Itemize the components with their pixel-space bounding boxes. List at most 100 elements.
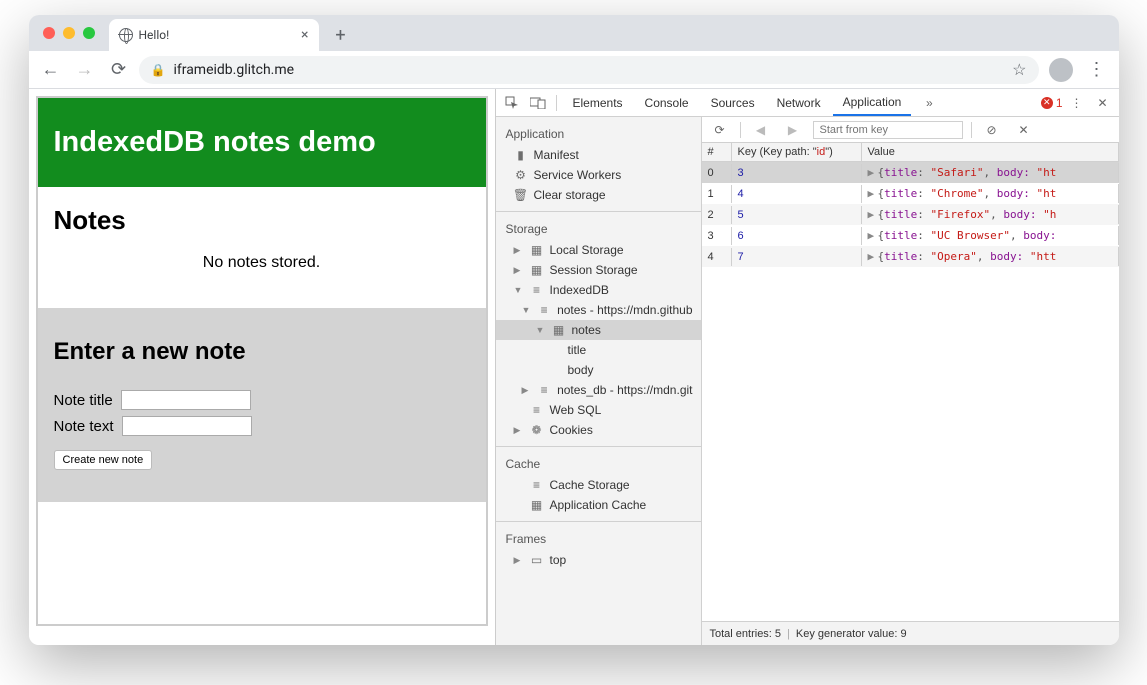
expand-icon[interactable]: ▶ xyxy=(868,208,876,221)
frame-icon: ▭ xyxy=(530,554,544,566)
device-toolbar-icon[interactable] xyxy=(526,91,550,115)
more-tabs-button[interactable]: » xyxy=(917,91,941,115)
sidebar-item-manifest[interactable]: ▮ Manifest xyxy=(496,145,701,165)
table-row[interactable]: 14▶{title: "Chrome", body: "ht xyxy=(702,183,1119,204)
trash-icon: 🗑 xyxy=(514,189,528,201)
note-text-label: Note text xyxy=(54,418,114,435)
table-row[interactable]: 03▶{title: "Safari", body: "ht xyxy=(702,162,1119,183)
sidebar-item-local-storage[interactable]: ▶ ▦ Local Storage xyxy=(496,240,701,260)
tab-network[interactable]: Network xyxy=(767,89,831,116)
cell-index: 0 xyxy=(702,164,732,182)
form-heading: Enter a new note xyxy=(54,338,470,366)
delete-button[interactable]: ✕ xyxy=(1012,118,1036,142)
note-text-input[interactable] xyxy=(122,416,252,436)
table-row[interactable]: 36▶{title: "UC Browser", body: xyxy=(702,225,1119,246)
grid-icon: ▦ xyxy=(530,499,544,511)
sidebar-item-websql[interactable]: ≡ Web SQL xyxy=(496,400,701,420)
reload-button[interactable]: ⟳ xyxy=(105,56,133,84)
devtools-close-button[interactable]: ✕ xyxy=(1091,91,1115,115)
col-value[interactable]: Value xyxy=(862,143,1119,161)
back-button[interactable]: ← xyxy=(37,56,65,84)
cookie-icon: ❁ xyxy=(530,424,544,436)
bookmark-star-icon[interactable]: ☆ xyxy=(1012,60,1026,79)
sidebar-item-indexeddb[interactable]: ▼ ≡ IndexedDB xyxy=(496,280,701,300)
notes-heading: Notes xyxy=(54,205,470,236)
sidebar-item-cache-storage[interactable]: ≡ Cache Storage xyxy=(496,475,701,495)
inspect-element-icon[interactable] xyxy=(500,91,524,115)
sidebar-item-notes-db[interactable]: ▼ ≡ notes - https://mdn.github xyxy=(496,300,701,320)
tab-sources[interactable]: Sources xyxy=(701,89,765,116)
expand-icon[interactable]: ▶ xyxy=(868,166,876,179)
titlebar: Hello! × + xyxy=(29,15,1119,51)
browser-menu-button[interactable]: ⋮ xyxy=(1083,56,1111,84)
cell-key: 7 xyxy=(732,248,862,266)
devtools-panel: Elements Console Sources Network Applica… xyxy=(495,89,1119,645)
window-zoom-button[interactable] xyxy=(83,27,95,39)
tab-close-button[interactable]: × xyxy=(301,27,308,43)
database-icon: ≡ xyxy=(537,304,551,316)
sidebar-item-clear-storage[interactable]: 🗑 Clear storage xyxy=(496,185,701,205)
sidebar-section-frames: Frames xyxy=(496,528,701,550)
create-note-button[interactable]: Create new note xyxy=(54,450,153,470)
browser-window: Hello! × + ← → ⟳ 🔒 iframeidb.glitch.me ☆… xyxy=(29,15,1119,645)
tab-elements[interactable]: Elements xyxy=(563,89,633,116)
sidebar-item-index-title[interactable]: title xyxy=(496,340,701,360)
sidebar-item-frame-top[interactable]: ▶ ▭ top xyxy=(496,550,701,570)
tab-console[interactable]: Console xyxy=(635,89,699,116)
cell-value: ▶{title: "UC Browser", body: xyxy=(862,226,1119,245)
sidebar-item-index-body[interactable]: body xyxy=(496,360,701,380)
prev-page-button[interactable]: ◀ xyxy=(749,118,773,142)
col-key[interactable]: Key (Key path: "id") xyxy=(732,143,862,161)
table-row[interactable]: 47▶{title: "Opera", body: "htt xyxy=(702,246,1119,267)
table-row[interactable]: 25▶{title: "Firefox", body: "h xyxy=(702,204,1119,225)
database-icon: ≡ xyxy=(530,284,544,296)
sidebar-item-notes-store[interactable]: ▼ ▦ notes xyxy=(496,320,701,340)
devtools-settings-button[interactable]: ⋮ xyxy=(1065,91,1089,115)
traffic-lights xyxy=(43,27,95,39)
profile-avatar[interactable] xyxy=(1049,58,1073,82)
collapse-icon: ▼ xyxy=(536,325,546,335)
sidebar-item-app-cache[interactable]: ▦ Application Cache xyxy=(496,495,701,515)
note-title-label: Note title xyxy=(54,392,113,409)
sidebar-item-cookies[interactable]: ▶ ❁ Cookies xyxy=(496,420,701,440)
refresh-button[interactable]: ⟳ xyxy=(708,118,732,142)
status-bar: Total entries: 5 | Key generator value: … xyxy=(702,621,1119,645)
url-input[interactable]: 🔒 iframeidb.glitch.me ☆ xyxy=(139,56,1039,84)
expand-icon: ▶ xyxy=(514,425,524,436)
database-icon: ≡ xyxy=(530,404,544,416)
window-close-button[interactable] xyxy=(43,27,55,39)
sidebar-item-notesdb2[interactable]: ▶ ≡ notes_db - https://mdn.git xyxy=(496,380,701,400)
devtools-body: Application ▮ Manifest ⚙ Service Workers… xyxy=(496,117,1119,645)
separator xyxy=(971,122,972,138)
grid-icon: ▦ xyxy=(530,264,544,276)
expand-icon[interactable]: ▶ xyxy=(868,229,876,242)
application-sidebar: Application ▮ Manifest ⚙ Service Workers… xyxy=(496,117,702,645)
clear-button[interactable]: ⊘ xyxy=(980,118,1004,142)
tab-application[interactable]: Application xyxy=(833,89,912,116)
url-text: iframeidb.glitch.me xyxy=(173,62,294,78)
col-index[interactable]: # xyxy=(702,143,732,161)
window-minimize-button[interactable] xyxy=(63,27,75,39)
sidebar-section-cache: Cache xyxy=(496,453,701,475)
sidebar-item-service-workers[interactable]: ⚙ Service Workers xyxy=(496,165,701,185)
cell-value: ▶{title: "Opera", body: "htt xyxy=(862,247,1119,266)
forward-button[interactable]: → xyxy=(71,56,99,84)
browser-tab[interactable]: Hello! × xyxy=(109,19,319,51)
expand-icon[interactable]: ▶ xyxy=(868,250,876,263)
cell-value: ▶{title: "Safari", body: "ht xyxy=(862,163,1119,182)
new-tab-button[interactable]: + xyxy=(327,21,355,49)
expand-icon: ▶ xyxy=(514,555,524,566)
note-title-input[interactable] xyxy=(121,390,251,410)
start-key-input[interactable] xyxy=(813,121,963,139)
sidebar-section-application: Application xyxy=(496,123,701,145)
database-icon: ≡ xyxy=(530,479,544,491)
expand-icon[interactable]: ▶ xyxy=(868,187,876,200)
cell-key: 5 xyxy=(732,206,862,224)
error-indicator[interactable]: ✕ 1 xyxy=(1041,96,1063,110)
cell-key: 4 xyxy=(732,185,862,203)
next-page-button[interactable]: ▶ xyxy=(781,118,805,142)
error-count: 1 xyxy=(1056,96,1063,110)
sidebar-item-session-storage[interactable]: ▶ ▦ Session Storage xyxy=(496,260,701,280)
collapse-icon: ▼ xyxy=(514,285,524,295)
cell-value: ▶{title: "Chrome", body: "ht xyxy=(862,184,1119,203)
